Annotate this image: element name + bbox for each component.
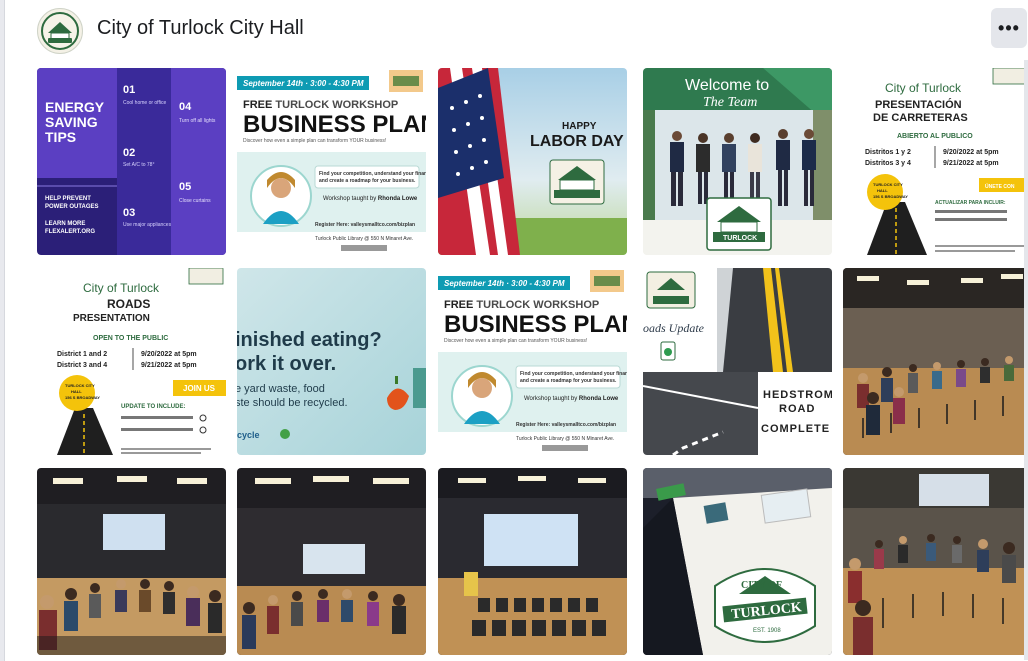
carreteras-r1a: Distritos 1 y 2	[865, 149, 911, 156]
svg-text:TURLOCK: TURLOCK	[723, 235, 757, 242]
welcome-line2: The Team	[703, 95, 757, 110]
svg-text:156 S BROADWAY: 156 S BROADWAY	[873, 194, 908, 199]
roads-open: OPEN TO THE PUBLIC	[93, 335, 168, 342]
svg-text:September 14th · 3:00 - 4:30 P: September 14th · 3:00 - 4:30 PM	[444, 279, 565, 288]
photo-happy-labor-day[interactable]: HAPPY LABOR DAY	[438, 68, 627, 255]
photo-finished-eating-recycle[interactable]: inished eating? ork it over. e yard wast…	[237, 268, 426, 455]
more-options-button[interactable]: •••	[991, 8, 1027, 48]
hedstrom-roads-update: oads Update	[643, 321, 705, 335]
svg-text:HALL: HALL	[71, 389, 82, 394]
roads-r2b: 9/21/2022 at 5pm	[141, 362, 197, 369]
carreteras-r1b: 9/20/2022 at 5pm	[943, 149, 999, 156]
carreteras-city: City of Turlock	[885, 81, 962, 95]
labor-day-line2: LABOR DAY	[530, 133, 624, 150]
finished-line4: ste should be recycled.	[237, 397, 348, 409]
photo-city-tablecloth[interactable]: CITY OF TURLOCK EST. 1908	[643, 468, 832, 655]
roads-r1a: District 1 and 2	[57, 351, 107, 358]
roads-join: JOIN US	[183, 384, 216, 393]
svg-text:FREE TURLOCK WORKSHOP: FREE TURLOCK WORKSHOP	[444, 299, 599, 311]
svg-text:Set A/C to 78°: Set A/C to 78°	[123, 162, 154, 168]
photo-meeting-audience-4[interactable]	[843, 468, 1028, 655]
tip-03-number: 03	[123, 207, 135, 219]
roads-r2a: District 3 and 4	[57, 362, 107, 369]
svg-text:September 14th · 3:00 - 4:30 P: September 14th · 3:00 - 4:30 PM	[243, 79, 364, 88]
photo-business-plan-workshop-2[interactable]: September 14th · 3:00 - 4:30 PM FREE TUR…	[438, 268, 627, 455]
tip-05-number: 05	[179, 181, 191, 193]
photo-meeting-audience-2[interactable]	[37, 468, 226, 655]
svg-text:Workshop taught by Rhonda Lowe: Workshop taught by Rhonda Lowe	[323, 196, 418, 202]
svg-text:Turlock Public Library @ 550 N: Turlock Public Library @ 550 N Minaret A…	[315, 236, 413, 242]
tip-02-number: 02	[123, 147, 135, 159]
svg-text:Turn off all lights: Turn off all lights	[179, 118, 216, 124]
carreteras-title1: PRESENTACIÓN	[875, 98, 962, 111]
svg-text:BUSINESS PLAN: BUSINESS PLAN	[243, 111, 426, 138]
svg-text:Register Here: valleysmalltco.: Register Here: valleysmalltco.com/bizpla…	[315, 222, 415, 228]
carreteras-update: ACTUALIZAR PARA INCLUIR:	[935, 200, 1006, 206]
photo-meeting-audience-1[interactable]	[843, 268, 1028, 455]
svg-text:BUSINESS PLAN: BUSINESS PLAN	[444, 311, 627, 338]
svg-text:POWER OUTAGES: POWER OUTAGES	[45, 204, 99, 210]
svg-text:EST. 1908: EST. 1908	[753, 628, 781, 634]
tip-01-number: 01	[123, 84, 135, 96]
svg-text:Close curtains: Close curtains	[179, 198, 211, 204]
svg-text:Register Here: valleysmalltco.: Register Here: valleysmalltco.com/bizpla…	[516, 422, 616, 428]
svg-text:Cool home or office: Cool home or office	[123, 100, 166, 106]
page-header: City of Turlock City Hall •••	[5, 0, 1028, 60]
svg-text:HALL: HALL	[877, 188, 888, 193]
finished-line2: ork it over.	[237, 353, 336, 375]
svg-text:HELP PREVENT: HELP PREVENT	[45, 196, 91, 202]
svg-text:Find your competition, underst: Find your competition, understand your f…	[520, 371, 627, 377]
svg-text:TURLOCK CITY: TURLOCK CITY	[873, 182, 903, 187]
photo-roads-presentation[interactable]: City of Turlock ROADS PRESENTATION OPEN …	[37, 268, 226, 455]
photo-meeting-audience-3[interactable]	[237, 468, 426, 655]
tip-04-number: 04	[179, 101, 192, 113]
more-options-label: •••	[998, 17, 1020, 38]
photo-empty-meeting-hall[interactable]	[438, 468, 627, 655]
photo-hedstrom-road-complete[interactable]: oads Update HEDSTROM ROAD COMPLETE	[643, 268, 832, 455]
photo-business-plan-workshop[interactable]: September 14th · 3:00 - 4:30 PM FREE TUR…	[237, 68, 426, 255]
svg-text:TURLOCK CITY: TURLOCK CITY	[65, 383, 95, 388]
svg-text:and create a roadmap for your: and create a roadmap for your business.	[520, 378, 617, 384]
hedstrom-h2: ROAD	[779, 403, 815, 415]
svg-text:Workshop taught by Rhonda Lowe: Workshop taught by Rhonda Lowe	[524, 396, 619, 402]
roads-r1b: 9/20/2022 at 5pm	[141, 351, 197, 358]
facebook-page-background: City of Turlock City Hall ••• ENERGY SAVI…	[0, 0, 1028, 661]
svg-text:FLEXALERT.ORG: FLEXALERT.ORG	[45, 229, 95, 235]
carreteras-open: ABIERTO AL PUBLICO	[897, 133, 973, 140]
page-title[interactable]: City of Turlock City Hall	[97, 17, 304, 40]
carreteras-title2: DE CARRETERAS	[873, 112, 968, 124]
hedstrom-h1: HEDSTROM	[763, 389, 832, 401]
photo-welcome-to-the-team[interactable]: Welcome to The Team TURLOCK	[643, 68, 832, 255]
svg-text:FREE TURLOCK WORKSHOP: FREE TURLOCK WORKSHOP	[243, 99, 398, 111]
finished-line3: e yard waste, food	[237, 383, 325, 395]
svg-text:and create a roadmap for your: and create a roadmap for your business.	[319, 178, 416, 184]
right-scroll-track[interactable]	[1024, 60, 1028, 660]
svg-text:ÚNETE CON: ÚNETE CON	[985, 183, 1015, 190]
svg-text:Discover how even a simple pla: Discover how even a simple plan can tran…	[444, 338, 587, 344]
page-profile-logo[interactable]	[37, 8, 83, 54]
roads-city: City of Turlock	[83, 281, 160, 295]
carreteras-r2a: Distritos 3 y 4	[865, 160, 911, 167]
recycle-brand: cycle	[237, 430, 260, 440]
photos-card: City of Turlock City Hall ••• ENERGY SAVI…	[4, 0, 1028, 661]
roads-title1: ROADS	[107, 297, 150, 311]
finished-line1: inished eating?	[237, 329, 382, 351]
svg-text:Turlock Public Library @ 550 N: Turlock Public Library @ 550 N Minaret A…	[516, 436, 614, 442]
svg-text:Discover how even a simple pla: Discover how even a simple plan can tran…	[243, 138, 386, 144]
carreteras-r2b: 9/21/2022 at 5pm	[943, 160, 999, 167]
city-seal-icon	[41, 12, 79, 50]
svg-text:CITY OF: CITY OF	[741, 580, 782, 591]
photo-energy-saving-tips[interactable]: ENERGY SAVING TIPS 01 Cool home or office …	[37, 68, 226, 255]
hedstrom-h3: COMPLETE	[761, 423, 830, 435]
labor-day-line1: HAPPY	[562, 121, 597, 132]
svg-text:156 S BROADWAY: 156 S BROADWAY	[65, 395, 100, 400]
welcome-line1: Welcome to	[685, 77, 769, 94]
svg-text:Find your competition, underst: Find your competition, understand your f…	[319, 171, 426, 177]
roads-update: UPDATE TO INCLUDE:	[121, 404, 185, 410]
svg-text:LEARN MORE: LEARN MORE	[45, 221, 85, 227]
svg-text:Use major appliances: Use major appliances	[123, 222, 172, 228]
photo-presentacion-de-carreteras[interactable]: City of Turlock PRESENTACIÓN DE CARRETER…	[843, 68, 1028, 255]
roads-title2: PRESENTATION	[73, 313, 150, 324]
